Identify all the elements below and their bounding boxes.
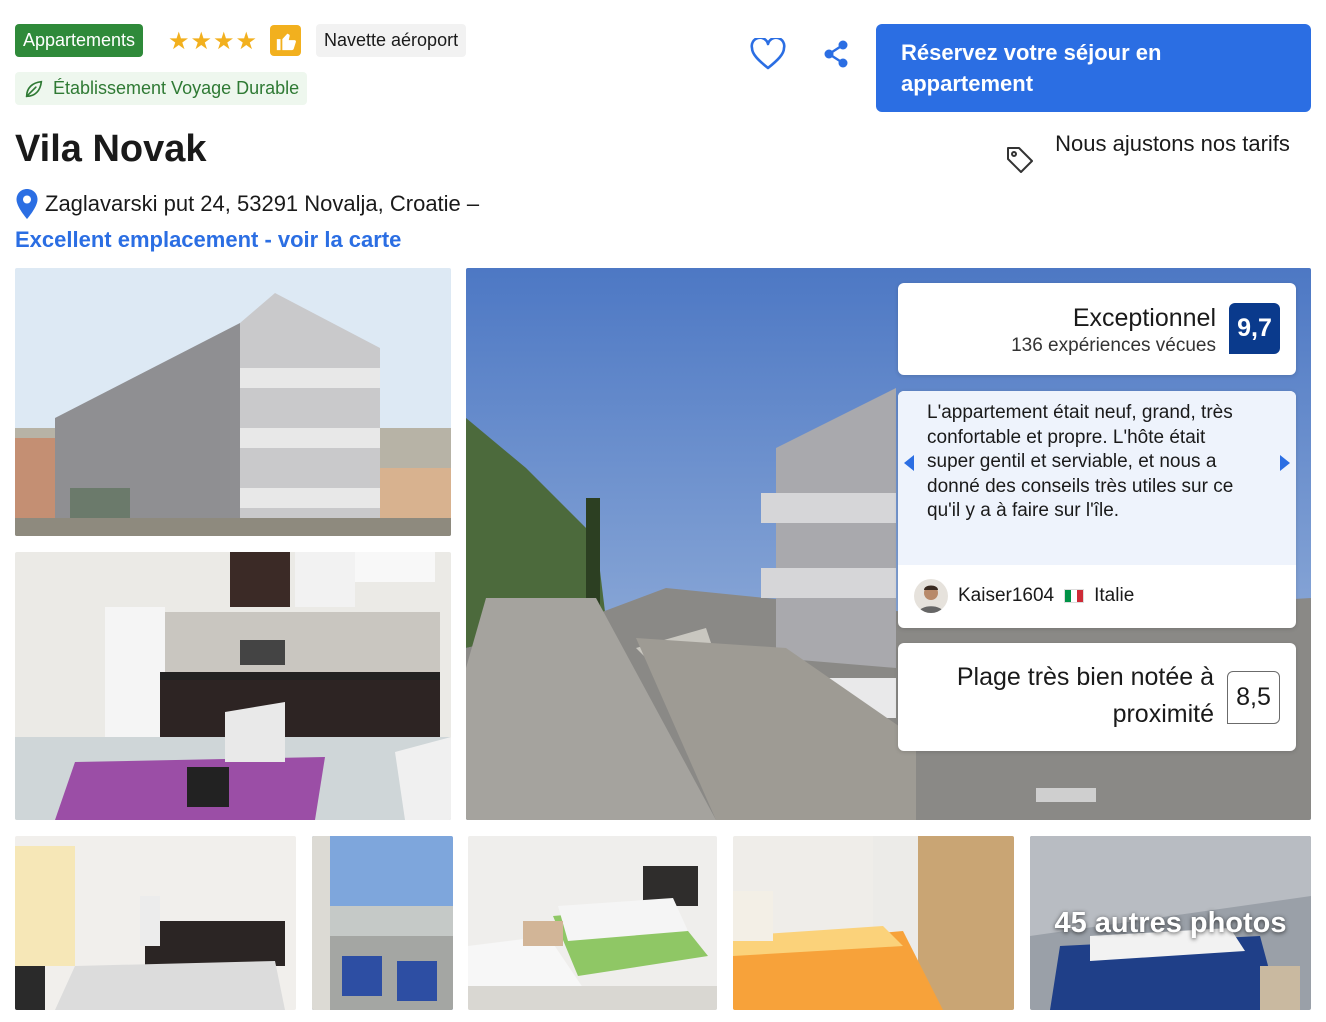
property-type-badge: Appartements	[15, 24, 144, 57]
star-icon: ★	[213, 28, 235, 55]
reserve-button[interactable]: Réservez votre séjour en appartement	[876, 24, 1311, 112]
beach-label: Plage très bien notée à proximité	[956, 663, 1214, 728]
star-icon: ★	[168, 28, 190, 55]
star-icon: ★	[190, 28, 213, 55]
leaf-icon	[23, 78, 45, 100]
reviewer-name: Kaiser1604	[958, 585, 1055, 606]
next-review-arrow-icon[interactable]	[1274, 438, 1296, 488]
review-text: L'appartement était neuf, grand, très co…	[927, 402, 1234, 522]
previous-review-arrow-icon[interactable]	[898, 438, 920, 488]
map-pin-icon	[15, 188, 39, 220]
sustainable-travel-label: Établissement Voyage Durable	[53, 78, 300, 98]
gallery-thumb-bedroom-double[interactable]	[733, 836, 1014, 1010]
review-count: 136 expériences vécues	[1011, 335, 1216, 356]
star-icon: ★	[235, 28, 258, 55]
sustainable-travel-badge[interactable]: Établissement Voyage Durable	[15, 72, 308, 105]
more-photos-label[interactable]: 45 autres photos	[1030, 836, 1311, 1010]
share-icon[interactable]	[818, 36, 854, 72]
beach-score-card[interactable]: Plage très bien notée à proximité 8,5	[898, 643, 1296, 751]
review-bubble: L'appartement était neuf, grand, très co…	[898, 391, 1296, 565]
airport-shuttle-badge: Navette aéroport	[316, 24, 467, 57]
gallery-photo-kitchen[interactable]	[15, 552, 451, 820]
star-rating: ★ ★ ★ ★	[168, 28, 257, 56]
review-score-card[interactable]: Exceptionnel 136 expériences vécues 9,7	[898, 283, 1296, 375]
price-match-label[interactable]: Nous ajustons nos tarifs	[1050, 128, 1295, 160]
gallery-thumb-bedroom-twin[interactable]	[468, 836, 717, 1010]
heart-icon[interactable]	[748, 34, 788, 74]
show-map-link[interactable]: Excellent emplacement - voir la carte	[15, 224, 401, 256]
property-title: Vila Novak	[15, 128, 207, 170]
reviewer-country: Italie	[1094, 585, 1135, 606]
gallery-thumb-balcony[interactable]	[312, 836, 453, 1010]
gallery-photo-exterior[interactable]	[15, 268, 451, 536]
guest-review-card: L'appartement était neuf, grand, très co…	[898, 391, 1296, 628]
thumbs-up-icon[interactable]	[270, 25, 301, 56]
tag-icon	[1004, 144, 1036, 176]
reviewer-info: Kaiser1604 Italie	[914, 576, 1134, 616]
gallery-thumb-living[interactable]	[15, 836, 296, 1010]
reviewer-avatar	[914, 579, 948, 613]
beach-score-badge: 8,5	[1227, 671, 1280, 724]
score-badge: 9,7	[1229, 303, 1280, 354]
rating-label: Exceptionnel	[1072, 304, 1216, 332]
italy-flag-icon	[1064, 589, 1085, 603]
property-address: Zaglavarski put 24, 53291 Novalja, Croat…	[45, 191, 480, 216]
